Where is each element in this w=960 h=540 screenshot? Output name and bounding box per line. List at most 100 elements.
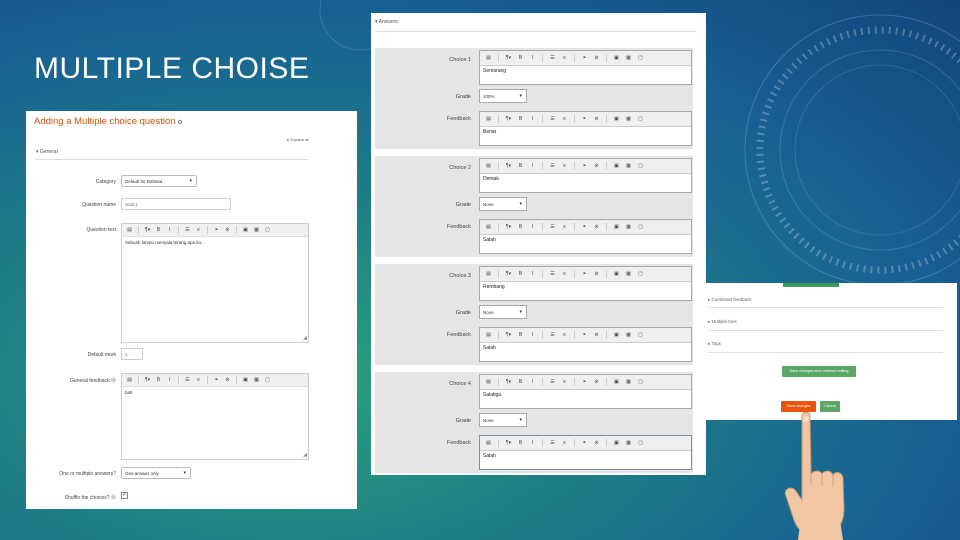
toolbar-toggle-icon[interactable]: ▤	[484, 331, 493, 339]
toolbar-toggle-icon[interactable]: ▤	[484, 54, 493, 62]
italic-icon[interactable]: I	[165, 226, 174, 234]
media-icon[interactable]: ▦	[624, 115, 633, 123]
media-icon[interactable]: ▦	[624, 270, 633, 278]
grade-select[interactable]: None ▾	[479, 413, 527, 427]
toolbar-toggle-icon[interactable]: ▤	[484, 439, 493, 447]
cancel-button[interactable]: Cancel	[820, 401, 840, 412]
numbered-list-icon[interactable]: ≡	[560, 439, 569, 447]
choice-feedback-editor[interactable]: ▤ ¶▾ B I ☰ ≡ ⚭ ⊘ ▣ ▦ ▢ Salah	[479, 219, 692, 254]
grade-select[interactable]: None ▾	[479, 305, 527, 319]
numbered-list-icon[interactable]: ≡	[560, 378, 569, 386]
media-icon[interactable]: ▦	[252, 376, 261, 384]
italic-icon[interactable]: I	[165, 376, 174, 384]
paragraph-style-icon[interactable]: ¶▾	[504, 54, 513, 62]
choice-answer-text[interactable]: Demak	[480, 174, 691, 186]
bold-icon[interactable]: B	[516, 270, 525, 278]
bold-icon[interactable]: B	[516, 54, 525, 62]
file-icon[interactable]: ▢	[636, 331, 645, 339]
shuffle-checkbox[interactable]: ✓	[121, 492, 128, 499]
image-icon[interactable]: ▣	[241, 226, 250, 234]
link-icon[interactable]: ⚭	[580, 54, 589, 62]
link-icon[interactable]: ⚭	[212, 376, 221, 384]
paragraph-style-icon[interactable]: ¶▾	[504, 270, 513, 278]
toolbar-toggle-icon[interactable]: ▤	[484, 223, 493, 231]
bullet-list-icon[interactable]: ☰	[548, 378, 557, 386]
bullet-list-icon[interactable]: ☰	[548, 115, 557, 123]
choice-answer-editor[interactable]: ▤ ¶▾ B I ☰ ≡ ⚭ ⊘ ▣ ▦ ▢ Salatiga	[479, 374, 692, 409]
numbered-list-icon[interactable]: ≡	[560, 115, 569, 123]
link-icon[interactable]: ⚭	[580, 162, 589, 170]
italic-icon[interactable]: I	[528, 378, 537, 386]
italic-icon[interactable]: I	[528, 439, 537, 447]
choice-answer-editor[interactable]: ▤ ¶▾ B I ☰ ≡ ⚭ ⊘ ▣ ▦ ▢ Semarang	[479, 50, 692, 85]
bold-icon[interactable]: B	[516, 223, 525, 231]
numbered-list-icon[interactable]: ≡	[560, 223, 569, 231]
media-icon[interactable]: ▦	[624, 162, 633, 170]
section-answers-toggle[interactable]: ▾ Answers	[375, 19, 398, 25]
paragraph-style-icon[interactable]: ¶▾	[143, 376, 152, 384]
choice-feedback-editor[interactable]: ▤ ¶▾ B I ☰ ≡ ⚭ ⊘ ▣ ▦ ▢ Benar	[479, 111, 692, 146]
file-icon[interactable]: ▢	[636, 54, 645, 62]
bullet-list-icon[interactable]: ☰	[183, 226, 192, 234]
choice-feedback-text[interactable]: Benar	[480, 127, 691, 139]
link-icon[interactable]: ⚭	[580, 223, 589, 231]
one-or-multiple-select[interactable]: One answer only ▾	[121, 467, 191, 479]
grade-select[interactable]: None ▾	[479, 197, 527, 211]
toolbar-toggle-icon[interactable]: ▤	[484, 162, 493, 170]
image-icon[interactable]: ▣	[612, 54, 621, 62]
choice-feedback-editor[interactable]: ▤ ¶▾ B I ☰ ≡ ⚭ ⊘ ▣ ▦ ▢ Salah	[479, 435, 692, 470]
bullet-list-icon[interactable]: ☰	[183, 376, 192, 384]
numbered-list-icon[interactable]: ≡	[560, 331, 569, 339]
paragraph-style-icon[interactable]: ¶▾	[143, 226, 152, 234]
question-text-content[interactable]: Sebuah lampu menyala terang apa itu...	[122, 237, 308, 248]
bold-icon[interactable]: B	[516, 439, 525, 447]
section-general-toggle[interactable]: ▾ General	[36, 149, 58, 155]
image-icon[interactable]: ▣	[612, 115, 621, 123]
expand-all-link[interactable]: ▸ Expand all	[287, 137, 309, 142]
link-icon[interactable]: ⚭	[580, 270, 589, 278]
unlink-icon[interactable]: ⊘	[592, 54, 601, 62]
link-icon[interactable]: ⚭	[580, 331, 589, 339]
italic-icon[interactable]: I	[528, 115, 537, 123]
image-icon[interactable]: ▣	[612, 270, 621, 278]
bold-icon[interactable]: B	[516, 115, 525, 123]
choice-feedback-text[interactable]: Salah	[480, 343, 691, 355]
italic-icon[interactable]: I	[528, 162, 537, 170]
file-icon[interactable]: ▢	[636, 270, 645, 278]
file-icon[interactable]: ▢	[636, 378, 645, 386]
choice-answer-editor[interactable]: ▤ ¶▾ B I ☰ ≡ ⚭ ⊘ ▣ ▦ ▢ Rembang	[479, 266, 692, 301]
resize-handle-icon[interactable]: ◢	[303, 452, 307, 458]
media-icon[interactable]: ▦	[624, 439, 633, 447]
file-icon[interactable]: ▢	[263, 376, 272, 384]
grade-select[interactable]: 100% ▾	[479, 89, 527, 103]
link-icon[interactable]: ⚭	[212, 226, 221, 234]
unlink-icon[interactable]: ⊘	[592, 439, 601, 447]
section-multiple-tries-toggle[interactable]: ▸ Multiple tries	[708, 319, 737, 325]
file-icon[interactable]: ▢	[263, 226, 272, 234]
image-icon[interactable]: ▣	[612, 439, 621, 447]
bold-icon[interactable]: B	[154, 226, 163, 234]
file-icon[interactable]: ▢	[636, 223, 645, 231]
numbered-list-icon[interactable]: ≡	[560, 270, 569, 278]
choice-answer-text[interactable]: Salatiga	[480, 390, 691, 402]
choice-feedback-text[interactable]: Salah	[480, 235, 691, 247]
bullet-list-icon[interactable]: ☰	[548, 54, 557, 62]
unlink-icon[interactable]: ⊘	[592, 270, 601, 278]
italic-icon[interactable]: I	[528, 270, 537, 278]
general-feedback-editor[interactable]: ▤ ¶▾ B I ☰ ≡ ⚭ ⊘ ▣ ▦ ▢ bab ◢	[121, 373, 309, 460]
numbered-list-icon[interactable]: ≡	[194, 226, 203, 234]
toolbar-toggle-icon[interactable]: ▤	[484, 115, 493, 123]
unlink-icon[interactable]: ⊘	[592, 115, 601, 123]
help-icon[interactable]: ⓪	[111, 495, 116, 501]
paragraph-style-icon[interactable]: ¶▾	[504, 223, 513, 231]
bold-icon[interactable]: B	[516, 331, 525, 339]
numbered-list-icon[interactable]: ≡	[560, 54, 569, 62]
numbered-list-icon[interactable]: ≡	[194, 376, 203, 384]
paragraph-style-icon[interactable]: ¶▾	[504, 378, 513, 386]
link-icon[interactable]: ⚭	[580, 439, 589, 447]
bullet-list-icon[interactable]: ☰	[548, 270, 557, 278]
unlink-icon[interactable]: ⊘	[592, 223, 601, 231]
image-icon[interactable]: ▣	[241, 376, 250, 384]
media-icon[interactable]: ▦	[624, 54, 633, 62]
unlink-icon[interactable]: ⊘	[592, 331, 601, 339]
